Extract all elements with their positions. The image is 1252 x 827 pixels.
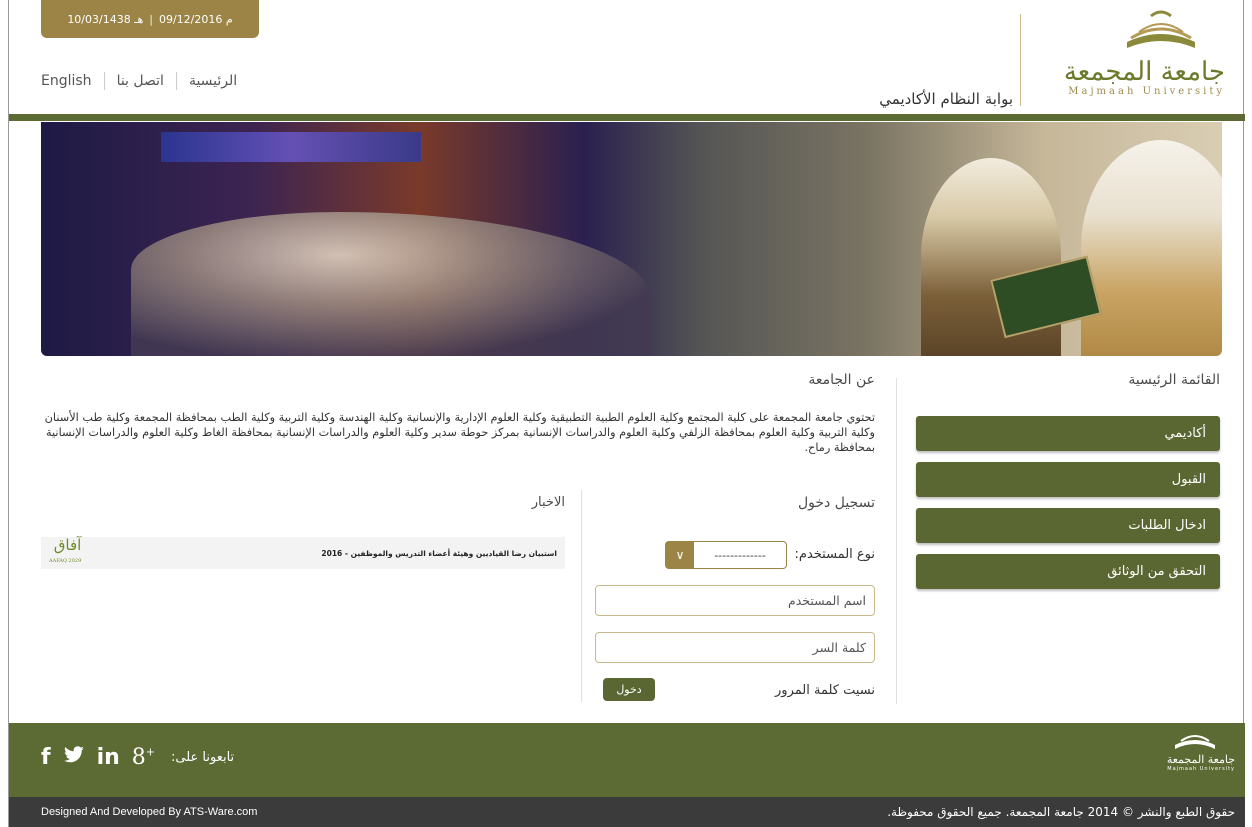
news-title: الاخبار xyxy=(531,495,565,510)
nav-home-link[interactable]: الرئيسية xyxy=(177,73,249,89)
forgot-password-link[interactable]: نسيت كلمة المرور xyxy=(775,683,875,698)
header: 10/03/1438 هـ | 09/12/2016 م English اتص… xyxy=(9,0,1245,121)
linkedin-icon[interactable]: in xyxy=(97,745,120,770)
about-text: تحتوي جامعة المجمعة على كلية المجتمع وكل… xyxy=(44,411,875,454)
portal-title: بوابة النظام الأكاديمي xyxy=(879,90,1013,108)
nav-english-link[interactable]: English xyxy=(41,73,104,89)
hero-banner xyxy=(41,122,1222,356)
logo-english: Majmaah University xyxy=(1068,86,1225,97)
user-type-select[interactable]: ∨ ------------- xyxy=(665,541,787,569)
university-logo[interactable]: جامعة المجمعة Majmaah University xyxy=(1025,8,1225,108)
twitter-icon[interactable] xyxy=(63,745,85,770)
logo-arabic: جامعة المجمعة xyxy=(1063,57,1225,87)
banner-stage-lights xyxy=(161,132,421,162)
footer-logo-arabic: جامعة المجمعة xyxy=(1166,753,1235,766)
date-separator: | xyxy=(149,12,153,26)
user-type-row: نوع المستخدم: ∨ ------------- xyxy=(593,541,875,569)
login-form: تسجيل دخول نوع المستخدم: ∨ -------------… xyxy=(593,495,875,701)
footer: f in 8+ تابعونا على: جامعة المجمعة Majma… xyxy=(9,723,1245,797)
news-section: الاخبار استبيان رضا القياديين وهيئة أعضا… xyxy=(41,495,565,569)
top-nav: English اتصل بنا الرئيسية xyxy=(41,70,249,92)
footer-logo-english: Majmaah University xyxy=(1167,766,1235,772)
main-menu: القائمة الرئيسية أكاديمي القبول ادخال ال… xyxy=(916,372,1220,600)
main-menu-title: القائمة الرئيسية xyxy=(1128,372,1220,388)
about-section: عن الجامعة تحتوي جامعة المجمعة على كلية … xyxy=(41,372,875,455)
user-type-label: نوع المستخدم: xyxy=(794,547,875,562)
aafaq-logo-subtext: AAFAQ 2029 xyxy=(49,558,82,564)
chevron-down-icon[interactable]: ∨ xyxy=(666,542,694,568)
password-input[interactable]: كلمة السر xyxy=(595,632,875,663)
follow-label: تابعونا على: xyxy=(171,750,235,765)
menu-admission-button[interactable]: القبول xyxy=(916,462,1220,497)
social-follow: f in 8+ تابعونا على: xyxy=(41,745,234,770)
hijri-date: 10/03/1438 هـ xyxy=(67,12,144,26)
header-bar xyxy=(9,114,1245,121)
footer-logo: جامعة المجمعة Majmaah University xyxy=(1145,729,1235,772)
username-input[interactable]: اسم المستخدم xyxy=(595,585,875,616)
login-button[interactable]: دخول xyxy=(603,678,655,701)
menu-applications-button[interactable]: ادخال الطلبات xyxy=(916,508,1220,543)
login-title: تسجيل دخول xyxy=(798,495,875,511)
news-item[interactable]: استبيان رضا القياديين وهيئة أعضاء التدري… xyxy=(41,537,565,569)
footer-bottom-bar: Designed And Developed By ATS-Ware.com ح… xyxy=(9,797,1245,827)
nav-contact-link[interactable]: اتصل بنا xyxy=(105,73,176,89)
about-title: عن الجامعة xyxy=(808,372,875,388)
date-badge: 10/03/1438 هـ | 09/12/2016 م xyxy=(41,0,259,38)
banner-person-right xyxy=(1081,140,1222,356)
developer-credit[interactable]: Designed And Developed By ATS-Ware.com xyxy=(41,806,257,818)
news-item-text[interactable]: استبيان رضا القياديين وهيئة أعضاء التدري… xyxy=(321,549,557,558)
gregorian-date: 09/12/2016 م xyxy=(158,12,233,26)
google-plus-icon[interactable]: 8+ xyxy=(132,745,155,770)
menu-verify-documents-button[interactable]: التحقق من الوثائق xyxy=(916,554,1220,589)
menu-academic-button[interactable]: أكاديمي xyxy=(916,416,1220,451)
aafaq-logo-text: آفاق xyxy=(53,536,82,554)
user-type-value: ------------- xyxy=(714,548,766,562)
facebook-icon[interactable]: f xyxy=(41,745,51,770)
column-divider xyxy=(896,378,897,704)
copyright-text: حقوق الطبع والنشر © 2014 جامعة المجمعة. … xyxy=(887,805,1235,819)
aafaq-logo: آفاق AAFAQ 2029 xyxy=(49,537,81,569)
book-emblem-icon xyxy=(1127,10,1195,48)
page-frame: 10/03/1438 هـ | 09/12/2016 م English اتص… xyxy=(8,0,1245,827)
banner-audience xyxy=(131,212,651,356)
book-emblem-icon xyxy=(1175,735,1215,749)
logo-divider xyxy=(1020,14,1021,106)
login-divider xyxy=(581,490,582,702)
